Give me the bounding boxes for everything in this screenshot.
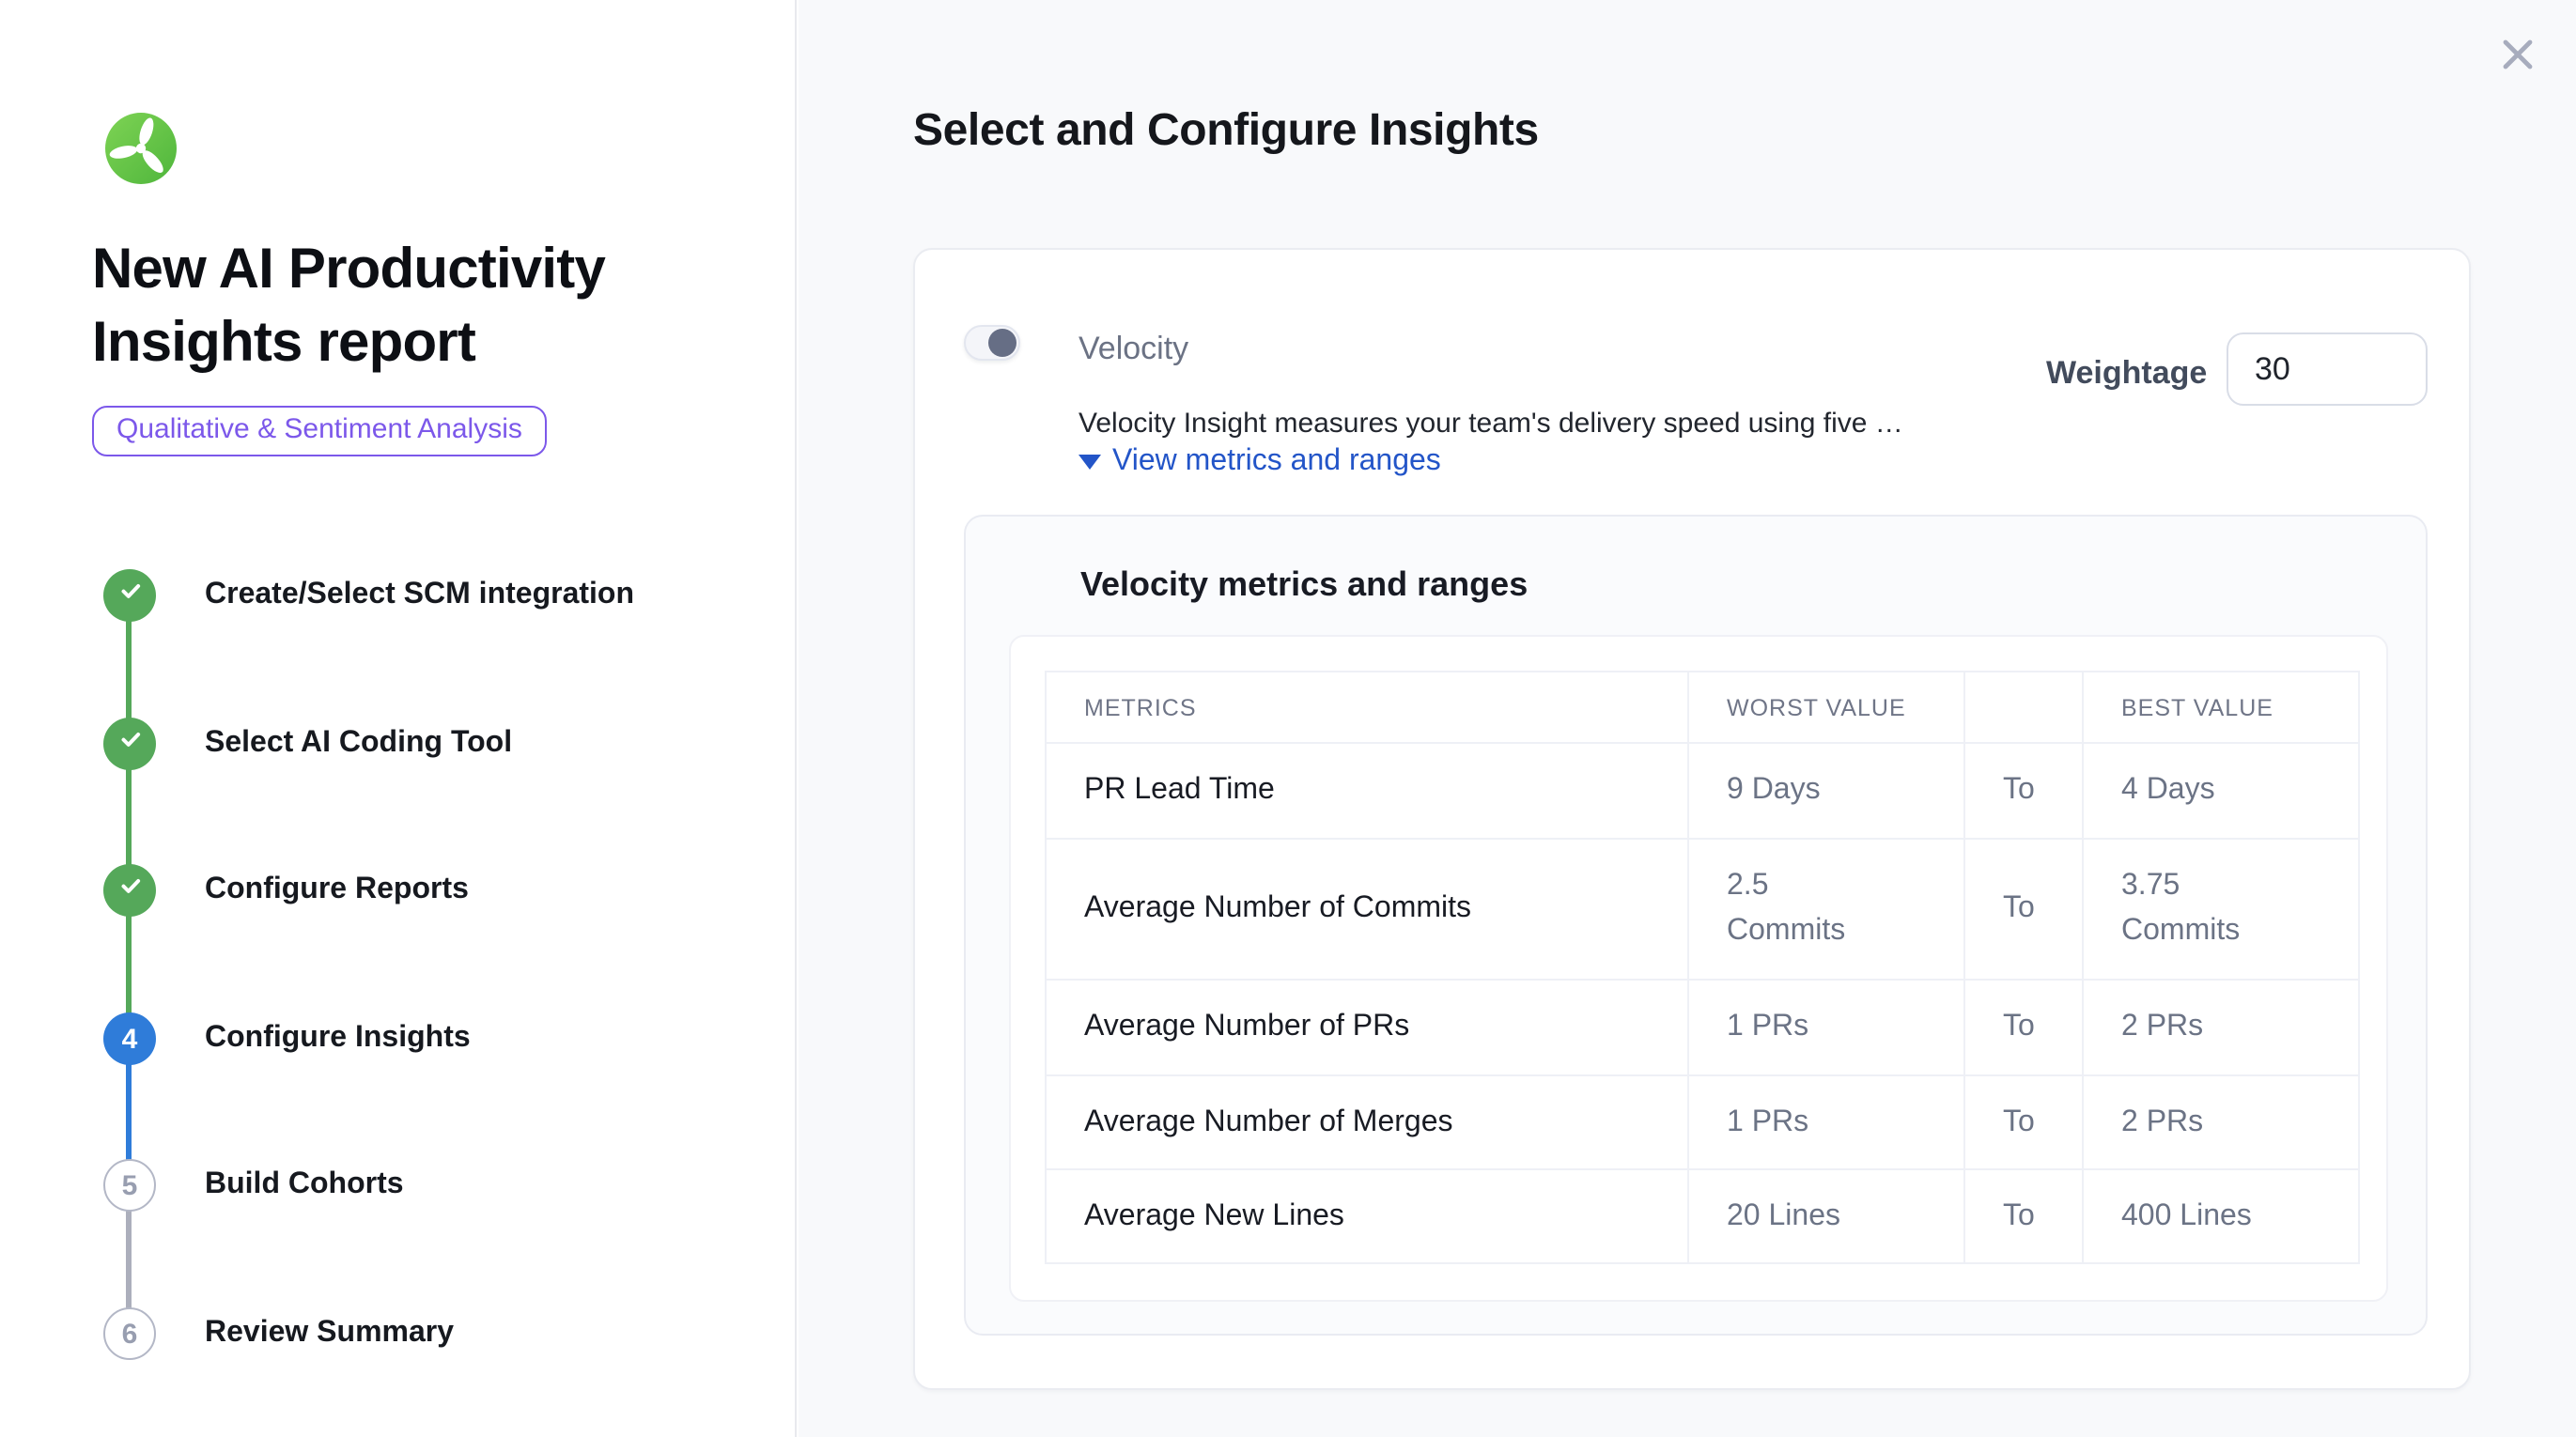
check-icon [116,872,144,909]
step-5-number: 5 [122,1169,138,1201]
to-label: To [1964,1075,2083,1169]
col-header-metrics: METRICS [1046,672,1688,743]
metric-name: Average New Lines [1046,1169,1688,1263]
step-5-label[interactable]: Build Cohorts [205,1167,404,1204]
step-6-label[interactable]: Review Summary [205,1315,454,1352]
metrics-table-card: METRICS WORST VALUE BEST VALUE PR Lead T… [1009,635,2388,1302]
metric-name: PR Lead Time [1046,743,1688,839]
step-3-circle[interactable] [103,864,156,917]
table-row: Average New Lines 20 Lines To 400 Lines [1046,1169,2359,1263]
table-row: Average Number of PRs 1 PRs To 2 PRs [1046,980,2359,1075]
worst-value: 2.5 Commits [1688,839,1964,980]
best-value: 3.75 Commits [2083,839,2359,980]
worst-value: 20 Lines [1688,1169,1964,1263]
step-5-circle[interactable]: 5 [103,1159,156,1212]
worst-value: 9 Days [1688,743,1964,839]
to-label: To [1964,980,2083,1075]
triangle-down-icon [1079,455,1101,470]
stepper: Create/Select SCM integration Select AI … [0,0,797,1437]
col-header-best-value: BEST VALUE [2083,672,2359,743]
best-value: 400 Lines [2083,1169,2359,1263]
step-1-label[interactable]: Create/Select SCM integration [205,577,634,614]
metrics-panel-heading: Velocity metrics and ranges [1080,565,1528,605]
to-label: To [1964,839,2083,980]
stepper-connector-completed [126,595,132,1039]
col-header-worst-value: WORST VALUE [1688,672,1964,743]
insight-description: Velocity Insight measures your team's de… [1079,408,1903,440]
metrics-and-ranges-panel: Velocity metrics and ranges METRICS WORS… [964,515,2428,1336]
col-header-to [1964,672,2083,743]
best-value: 4 Days [2083,743,2359,839]
table-row: Average Number of Merges 1 PRs To 2 PRs [1046,1075,2359,1169]
panel-title: Select and Configure Insights [913,105,1539,158]
check-icon [116,725,144,763]
step-2-circle[interactable] [103,718,156,770]
to-label: To [1964,1169,2083,1263]
close-icon [2497,53,2538,81]
weightage-label: Weightage [2046,355,2207,393]
check-icon [116,577,144,614]
configure-insights-panel: Select and Configure Insights Velocity V… [799,0,2576,1437]
step-6-circle[interactable]: 6 [103,1307,156,1360]
weightage-input[interactable] [2227,332,2428,406]
step-3-label[interactable]: Configure Reports [205,872,469,909]
velocity-insight-card: Velocity Velocity Insight measures your … [913,248,2471,1390]
velocity-toggle[interactable] [964,325,1020,361]
metrics-table: METRICS WORST VALUE BEST VALUE PR Lead T… [1045,671,2360,1264]
table-row: Average Number of Commits 2.5 Commits To… [1046,839,2359,980]
best-value: 2 PRs [2083,1075,2359,1169]
table-row: PR Lead Time 9 Days To 4 Days [1046,743,2359,839]
sidebar: New AI Productivity Insights report Qual… [0,0,797,1437]
toggle-knob-icon [988,329,1016,357]
insight-name: Velocity [1079,331,1188,368]
step-4-label[interactable]: Configure Insights [205,1020,471,1058]
best-value: 2 PRs [2083,980,2359,1075]
worst-value: 1 PRs [1688,980,1964,1075]
metric-name: Average Number of Commits [1046,839,1688,980]
step-6-number: 6 [122,1318,138,1350]
step-2-label[interactable]: Select AI Coding Tool [205,725,512,763]
table-header-row: METRICS WORST VALUE BEST VALUE [1046,672,2359,743]
worst-value: 1 PRs [1688,1075,1964,1169]
metric-name: Average Number of PRs [1046,980,1688,1075]
view-metrics-link-label: View metrics and ranges [1112,445,1441,479]
step-1-circle[interactable] [103,569,156,622]
metric-name: Average Number of Merges [1046,1075,1688,1169]
step-4-circle[interactable]: 4 [103,1012,156,1065]
close-button[interactable] [2497,34,2538,75]
to-label: To [1964,743,2083,839]
view-metrics-link[interactable]: View metrics and ranges [1079,445,1441,479]
step-4-number: 4 [122,1023,138,1055]
app-window: New AI Productivity Insights report Qual… [0,0,2576,1437]
